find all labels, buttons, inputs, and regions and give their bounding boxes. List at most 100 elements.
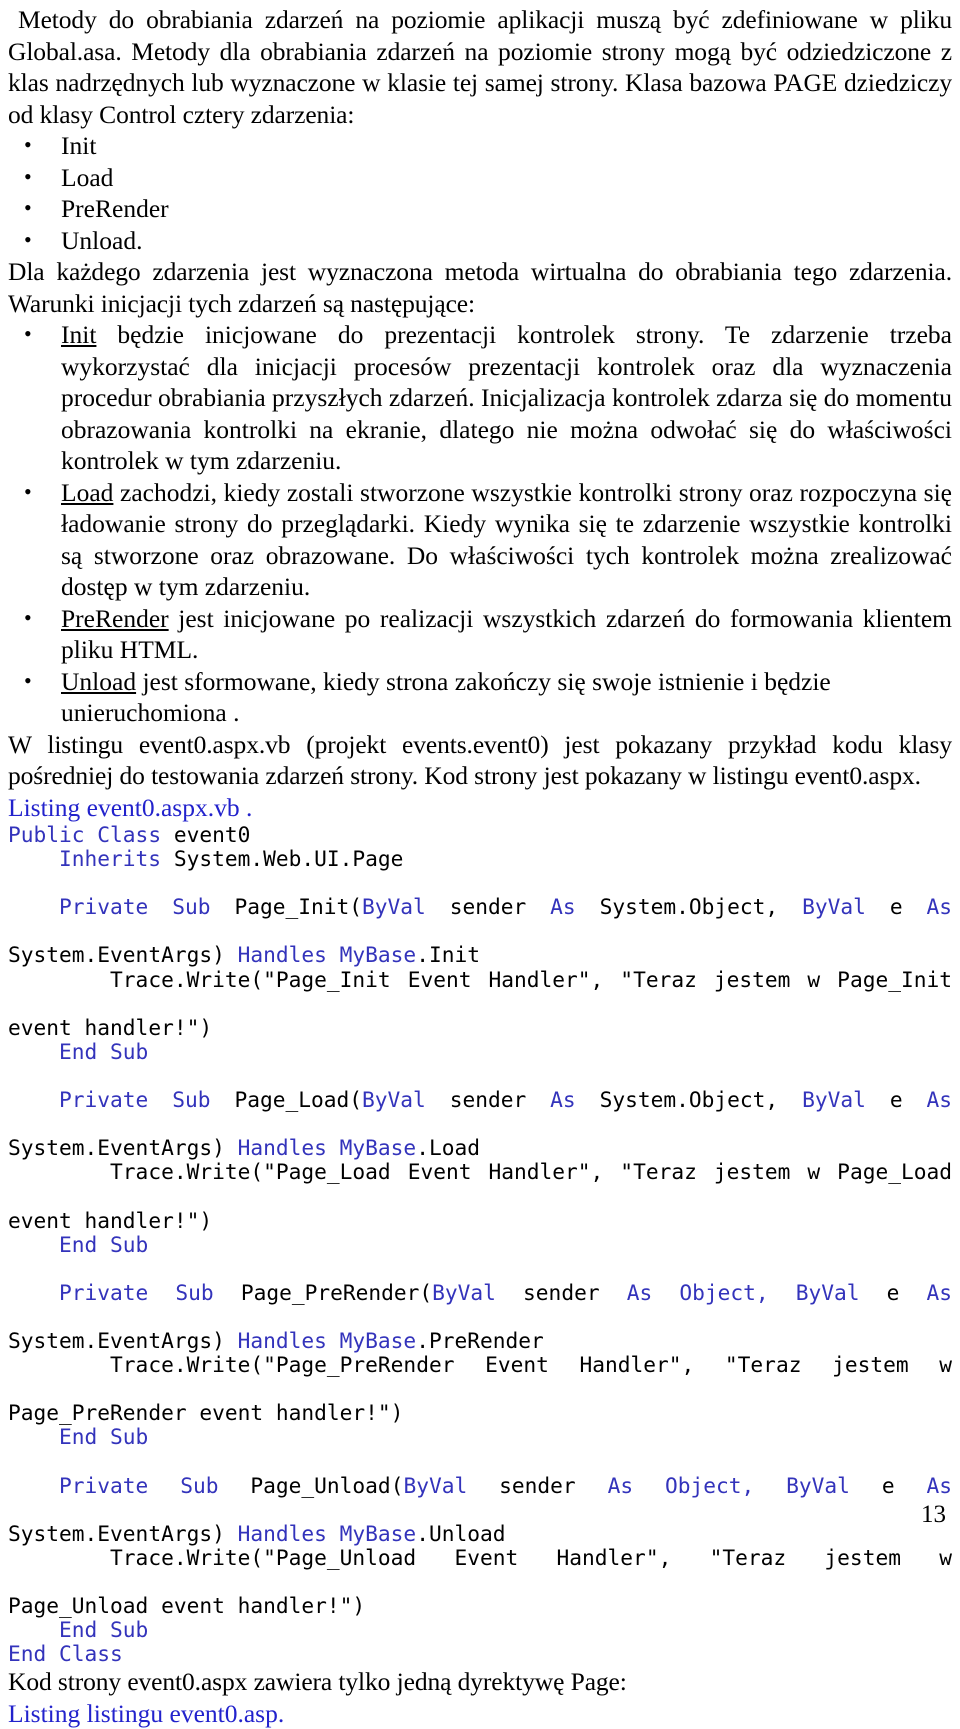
code-text: sender (523, 1279, 600, 1305)
term-prerender: PreRender (61, 603, 169, 633)
listing-caption-asp: Listing listingu event0.asp. (8, 1698, 285, 1728)
code-text: System.EventArgs) (8, 1135, 238, 1161)
code-text: System.Object, (599, 1087, 779, 1113)
code-text: Page_PreRender event handler!") (8, 1400, 404, 1426)
code-line: System.EventArgs) Handles MyBase.PreRend… (8, 1327, 952, 1353)
code-keyword: Handles MyBase (237, 942, 417, 968)
code-text: Trace.Write("Page_Load Event Handler", "… (110, 1159, 952, 1185)
list-item: PreRender (8, 192, 952, 225)
event-list: Init Load PreRender Unload. (8, 129, 952, 257)
term-unload-description: jest sformowane, kiedy strona zakończy s… (61, 666, 831, 728)
code-line: Trace.Write("Page_PreRender Event Handle… (8, 1353, 952, 1401)
code-keyword: As (926, 894, 953, 920)
paragraph-aspx-directive: Kod strony event0.aspx zawiera tylko jed… (8, 1667, 627, 1697)
list-item: Load zachodzi, kiedy zostali stworzone w… (8, 476, 952, 603)
term-unload: Unload (61, 666, 137, 696)
term-load: Load (61, 477, 114, 507)
code-text: e (889, 1087, 903, 1113)
code-line: event handler!") (8, 1208, 952, 1233)
list-item: Init (8, 129, 952, 162)
code-keyword: Handles MyBase (237, 1135, 417, 1161)
code-text: System.EventArgs) (8, 1327, 238, 1353)
code-keyword: Handles MyBase (237, 1520, 417, 1546)
code-line: Private Sub Page_Load(ByVal sender As Sy… (8, 1087, 953, 1136)
code-keyword: As (926, 1087, 953, 1113)
code-line: End Class (8, 1642, 952, 1666)
code-text: sender (449, 894, 527, 920)
list-item: Init będzie inicjowane do prezentacji ko… (8, 318, 952, 477)
code-line: End Sub (8, 1425, 952, 1449)
code-keyword: As (926, 1279, 953, 1305)
code-keyword: Object, (664, 1472, 755, 1498)
code-text: System.EventArgs) (8, 1520, 238, 1546)
code-line: System.EventArgs) Handles MyBase.Unload (8, 1520, 952, 1546)
code-line: event handler!") (8, 1014, 952, 1040)
code-text: .Init (416, 942, 480, 968)
code-text: .Unload (416, 1520, 506, 1546)
code-keyword: ByVal (403, 1472, 468, 1498)
code-block-event0-vb: Public Class event0 Inherits System.Web.… (8, 822, 953, 1666)
code-keyword: As (550, 1087, 576, 1113)
code-text: System.EventArgs) (8, 942, 238, 968)
code-keyword: Handles MyBase (237, 1327, 417, 1353)
code-keyword: Sub (180, 1472, 219, 1498)
code-line: Trace.Write("Page_Init Event Handler", "… (8, 967, 952, 1016)
code-keyword: ByVal (786, 1472, 850, 1498)
list-item: Unload jest sformowane, kiedy strona zak… (8, 665, 952, 729)
code-text: e (889, 894, 903, 920)
page-number: 13 (921, 1501, 946, 1528)
code-line: Private Sub Page_Init(ByVal sender As Sy… (8, 895, 952, 943)
code-text: Page_Unload( (250, 1472, 404, 1498)
code-keyword: As (607, 1472, 634, 1498)
code-keyword: Sub (172, 1087, 211, 1113)
code-text: e (881, 1472, 895, 1498)
code-text: System.Object, (599, 894, 779, 920)
code-line: End Sub (8, 1231, 952, 1257)
code-keyword: End Sub (59, 1231, 149, 1257)
term-load-description: zachodzi, kiedy zostali stworzone wszyst… (61, 477, 952, 602)
event-description-list: Init będzie inicjowane do prezentacji ko… (8, 318, 952, 729)
code-keyword: Private (59, 1472, 149, 1498)
code-keyword: As (926, 1472, 952, 1498)
code-text: Page_PreRender( (240, 1279, 433, 1305)
paragraph-listing-intro: W listingu event0.aspx.vb (projekt event… (8, 729, 952, 792)
code-text: .PreRender (416, 1327, 544, 1353)
code-line: Trace.Write("Page_Load Event Handler", "… (8, 1160, 952, 1208)
code-keyword: Private (59, 894, 149, 920)
code-text: Page_Init( (234, 894, 362, 920)
code-text: sender (499, 1472, 576, 1498)
code-keyword: Private (59, 1279, 149, 1305)
code-keyword: Inherits (59, 846, 162, 872)
code-text: event0 (161, 822, 251, 847)
code-text: Trace.Write("Page_PreRender Event Handle… (110, 1352, 952, 1378)
code-text: System.Web.UI.Page (161, 846, 404, 872)
paragraph-virtual-methods: Dla każdego zdarzenia jest wyznaczona me… (8, 257, 952, 318)
code-keyword: As (550, 894, 576, 920)
code-line: Trace.Write("Page_Unload Event Handler",… (8, 1545, 952, 1594)
code-text: event handler!") (8, 1014, 213, 1040)
code-line: Page_PreRender event handler!") (8, 1401, 952, 1425)
code-keyword: As (626, 1279, 653, 1305)
document-page: Metody do obrabiania zdarzeń na poziomie… (0, 0, 960, 1728)
code-line: End Sub (8, 1039, 952, 1064)
code-text: sender (449, 1087, 527, 1113)
term-init-description: będzie inicjowane do prezentacji kontrol… (61, 320, 952, 475)
code-keyword: ByVal (362, 894, 426, 920)
listing-caption-vb: Listing event0.aspx.vb . (8, 792, 253, 822)
list-item: Unload. (8, 224, 952, 257)
code-keyword: ByVal (362, 1087, 426, 1113)
list-item: PreRender jest inicjowane po realizacji … (8, 602, 952, 666)
code-text: e (886, 1279, 900, 1305)
code-keyword: ByVal (795, 1279, 860, 1305)
code-keyword: Public Class (8, 822, 162, 847)
code-keyword: Object, (679, 1279, 769, 1305)
listing-intro-line1: W listingu event0.aspx.vb (projekt event… (8, 729, 952, 759)
listing-intro-line2: pośredniej do testowania zdarzeń strony.… (8, 761, 921, 790)
paragraph-intro: Metody do obrabiania zdarzeń na poziomie… (8, 5, 952, 129)
code-line: Private Sub Page_Unload(ByVal sender As … (8, 1472, 952, 1522)
code-line: Page_Unload event handler!") (8, 1593, 952, 1618)
code-line: Inherits System.Web.UI.Page (8, 847, 952, 871)
